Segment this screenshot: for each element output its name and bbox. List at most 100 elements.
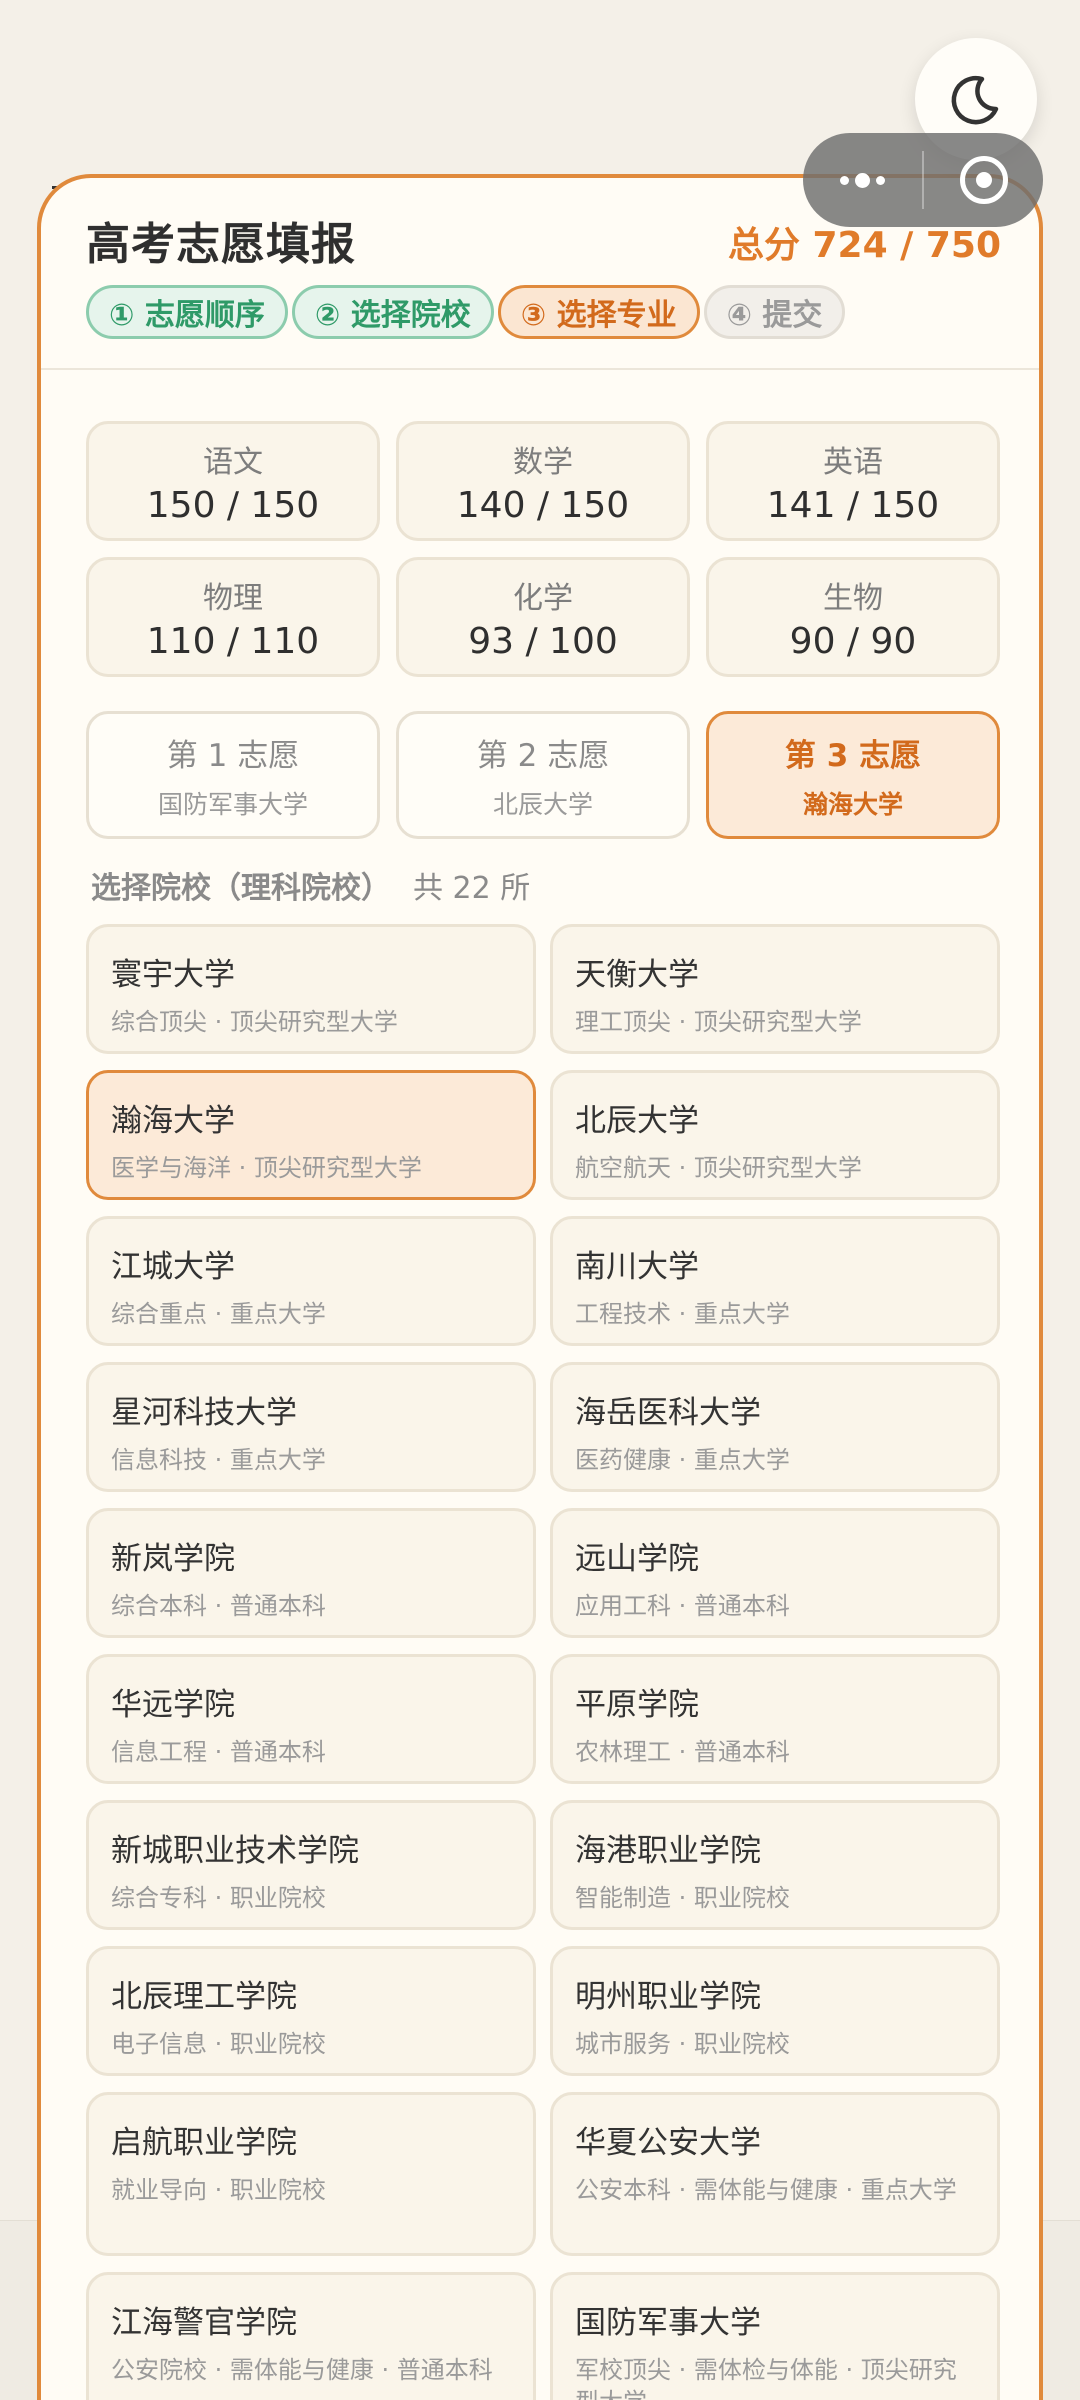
school-desc: 智能制造 · 职业院校 — [575, 1884, 790, 1912]
score-physics: 物理 110 / 110 — [86, 557, 380, 677]
school-card[interactable]: 星河科技大学 信息科技 · 重点大学 — [86, 1362, 536, 1492]
school-card[interactable]: 寰宇大学 综合顶尖 · 顶尖研究型大学 — [86, 924, 536, 1054]
school-name: 海岳医科大学 — [575, 1395, 761, 1431]
school-desc: 医学与海洋 · 顶尖研究型大学 — [111, 1154, 422, 1182]
school-desc: 军校顶尖 · 需体检与体能 · 顶尖研究型大学 — [575, 2356, 957, 2400]
score-value: 110 / 110 — [146, 620, 320, 662]
score-value: 141 / 150 — [766, 484, 940, 526]
choice-slot-3[interactable]: 第 3 志愿 瀚海大学 — [706, 711, 1000, 839]
section-count: 共 22 所 — [413, 871, 531, 906]
score-chemistry: 化学 93 / 100 — [396, 557, 690, 677]
score-biology: 生物 90 / 90 — [706, 557, 1000, 677]
school-name: 新岚学院 — [111, 1541, 235, 1577]
step-submit[interactable]: ④ 提交 — [703, 285, 846, 339]
school-card[interactable]: 明州职业学院 城市服务 · 职业院校 — [550, 1946, 1000, 2076]
school-card[interactable]: 海岳医科大学 医药健康 · 重点大学 — [550, 1362, 1000, 1492]
choice-school: 北辰大学 — [492, 789, 593, 819]
capsule-close-button[interactable] — [924, 133, 1043, 227]
school-desc: 电子信息 · 职业院校 — [111, 2030, 326, 2058]
school-desc: 信息科技 · 重点大学 — [111, 1446, 326, 1474]
school-name: 寰宇大学 — [111, 957, 235, 993]
school-card-selected[interactable]: 瀚海大学 医学与海洋 · 顶尖研究型大学 — [86, 1070, 536, 1200]
school-desc: 信息工程 · 普通本科 — [111, 1738, 326, 1766]
section-title: 选择院校（理科院校） — [91, 871, 391, 906]
mini-program-capsule — [803, 133, 1043, 227]
score-chinese: 语文 150 / 150 — [86, 421, 380, 541]
school-name: 江海警官学院 — [111, 2305, 297, 2341]
score-value: 140 / 150 — [456, 484, 630, 526]
school-desc: 应用工科 · 普通本科 — [575, 1592, 790, 1620]
step-select-major[interactable]: ③ 选择专业 — [497, 285, 700, 339]
target-circle-icon — [959, 156, 1008, 204]
choice-school: 国防军事大学 — [157, 789, 308, 819]
score-math: 数学 140 / 150 — [396, 421, 690, 541]
school-card[interactable]: 华远学院 信息工程 · 普通本科 — [86, 1654, 536, 1784]
choice-title: 第 3 志愿 — [784, 737, 922, 774]
school-name: 启航职业学院 — [111, 2125, 297, 2161]
section-heading: 选择院校（理科院校） 共 22 所 — [91, 863, 530, 907]
school-card[interactable]: 新城职业技术学院 综合专科 · 职业院校 — [86, 1800, 536, 1930]
capsule-menu-button[interactable] — [803, 133, 922, 227]
school-card[interactable]: 北辰理工学院 电子信息 · 职业院校 — [86, 1946, 536, 2076]
school-card[interactable]: 新岚学院 综合本科 · 普通本科 — [86, 1508, 536, 1638]
school-name: 远山学院 — [575, 1541, 699, 1577]
score-value: 90 / 90 — [789, 620, 917, 662]
score-subject: 英语 — [823, 444, 883, 480]
school-card[interactable]: 远山学院 应用工科 · 普通本科 — [550, 1508, 1000, 1638]
school-name: 平原学院 — [575, 1687, 699, 1723]
choice-title: 第 1 志愿 — [166, 737, 300, 774]
school-list: 寰宇大学 综合顶尖 · 顶尖研究型大学 天衡大学 理工顶尖 · 顶尖研究型大学 … — [86, 924, 1000, 2400]
school-desc: 理工顶尖 · 顶尖研究型大学 — [575, 1008, 862, 1036]
choice-school: 瀚海大学 — [802, 789, 903, 819]
school-name: 江城大学 — [111, 1249, 235, 1285]
school-desc: 公安院校 · 需体能与健康 · 普通本科 — [111, 2356, 493, 2384]
school-desc: 公安本科 · 需体能与健康 · 重点大学 — [575, 2176, 957, 2204]
school-name: 南川大学 — [575, 1249, 699, 1285]
step-indicator: ① 志愿顺序 ② 选择院校 ③ 选择专业 ④ 提交 — [86, 285, 846, 339]
school-name: 天衡大学 — [575, 957, 699, 993]
score-subject: 语文 — [203, 444, 263, 480]
school-desc: 城市服务 · 职业院校 — [575, 2030, 790, 2058]
school-desc: 工程技术 · 重点大学 — [575, 1300, 790, 1328]
school-card[interactable]: 华夏公安大学 公安本科 · 需体能与健康 · 重点大学 — [550, 2092, 1000, 2256]
score-value: 93 / 100 — [468, 620, 618, 662]
page-title: 高考志愿填报 — [86, 219, 356, 270]
school-desc: 综合顶尖 · 顶尖研究型大学 — [111, 1008, 398, 1036]
school-name: 星河科技大学 — [111, 1395, 297, 1431]
school-name: 北辰大学 — [575, 1103, 699, 1139]
score-subject: 数学 — [513, 444, 573, 480]
step-select-school[interactable]: ② 选择院校 — [291, 285, 494, 339]
school-desc: 就业导向 · 职业院校 — [111, 2176, 326, 2204]
school-card[interactable]: 江城大学 综合重点 · 重点大学 — [86, 1216, 536, 1346]
score-grid: 语文 150 / 150 数学 140 / 150 英语 141 / 150 物… — [86, 421, 1000, 677]
school-desc: 综合专科 · 职业院校 — [111, 1884, 326, 1912]
school-card[interactable]: 天衡大学 理工顶尖 · 顶尖研究型大学 — [550, 924, 1000, 1054]
school-name: 新城职业技术学院 — [111, 1833, 359, 1869]
more-dots-icon — [840, 172, 885, 188]
moon-icon — [951, 75, 999, 125]
school-name: 海港职业学院 — [575, 1833, 761, 1869]
school-name: 国防军事大学 — [575, 2305, 761, 2341]
school-name: 瀚海大学 — [111, 1103, 235, 1139]
school-card[interactable]: 江海警官学院 公安院校 · 需体能与健康 · 普通本科 — [86, 2272, 536, 2400]
score-english: 英语 141 / 150 — [706, 421, 1000, 541]
choice-slot-2[interactable]: 第 2 志愿 北辰大学 — [396, 711, 690, 839]
school-name: 华远学院 — [111, 1687, 235, 1723]
school-name: 明州职业学院 — [575, 1979, 761, 2015]
school-card[interactable]: 国防军事大学 军校顶尖 · 需体检与体能 · 顶尖研究型大学 — [550, 2272, 1000, 2400]
score-subject: 物理 — [203, 580, 263, 616]
school-card[interactable]: 南川大学 工程技术 · 重点大学 — [550, 1216, 1000, 1346]
school-card[interactable]: 启航职业学院 就业导向 · 职业院校 — [86, 2092, 536, 2256]
choice-slot-1[interactable]: 第 1 志愿 国防军事大学 — [86, 711, 380, 839]
school-card[interactable]: 北辰大学 航空航天 · 顶尖研究型大学 — [550, 1070, 1000, 1200]
school-name: 华夏公安大学 — [575, 2125, 761, 2161]
main-card: 高考志愿填报 总分 724 / 750 ① 志愿顺序 ② 选择院校 ③ 选择专业… — [37, 174, 1043, 2400]
choice-title: 第 2 志愿 — [476, 737, 610, 774]
school-desc: 航空航天 · 顶尖研究型大学 — [575, 1154, 862, 1182]
school-desc: 综合本科 · 普通本科 — [111, 1592, 326, 1620]
school-card[interactable]: 海港职业学院 智能制造 · 职业院校 — [550, 1800, 1000, 1930]
score-subject: 化学 — [513, 580, 573, 616]
step-order[interactable]: ① 志愿顺序 — [86, 285, 288, 339]
school-desc: 医药健康 · 重点大学 — [575, 1446, 790, 1474]
school-card[interactable]: 平原学院 农林理工 · 普通本科 — [550, 1654, 1000, 1784]
